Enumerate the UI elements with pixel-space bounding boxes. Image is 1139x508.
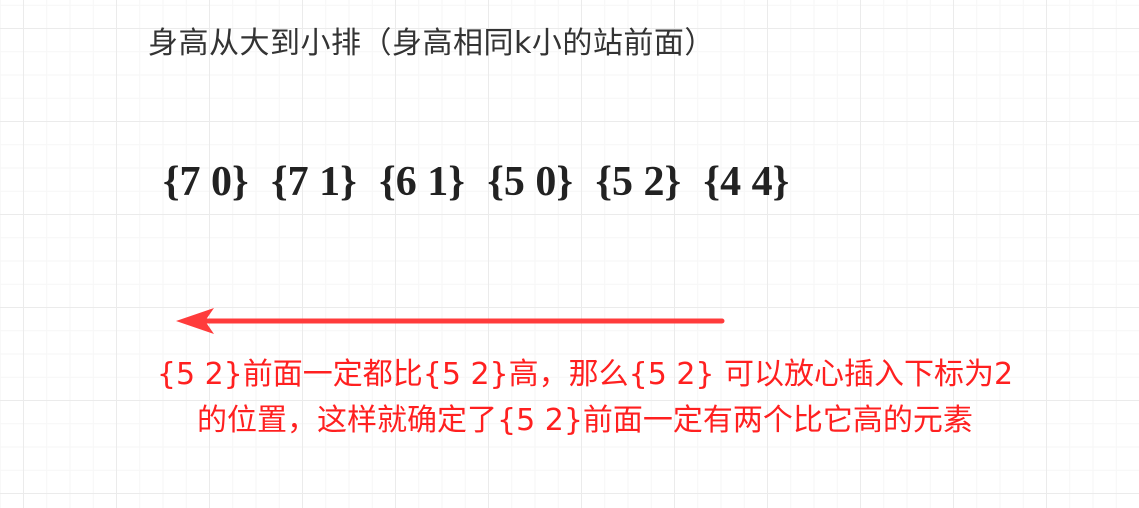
pair-item: {5 2} [595, 159, 682, 205]
note-line-2: 的位置，这样就确定了{5 2}前面一定有两个比它高的元素 [197, 403, 973, 438]
pair-item: {4 4} [703, 159, 790, 205]
pair-item: {7 1} [271, 159, 357, 205]
note-line-1: {5 2}前面一定都比{5 2}高，那么{5 2} 可以放心插入下标为2 [156, 357, 1014, 392]
pair-sequence: {7 0} {7 1} {6 1} {5 0} {5 2} {4 4} [163, 158, 801, 206]
diagram-title: 身高从大到小排（身高相同k小的站前面） [148, 26, 715, 61]
pair-item: {6 1} [379, 159, 465, 205]
explanation-note: {5 2}前面一定都比{5 2}高，那么{5 2} 可以放心插入下标为2 的位置… [55, 352, 1115, 444]
left-arrow-icon [176, 308, 725, 334]
pair-item: {7 0} [163, 159, 249, 205]
pair-item: {5 0} [487, 159, 573, 205]
